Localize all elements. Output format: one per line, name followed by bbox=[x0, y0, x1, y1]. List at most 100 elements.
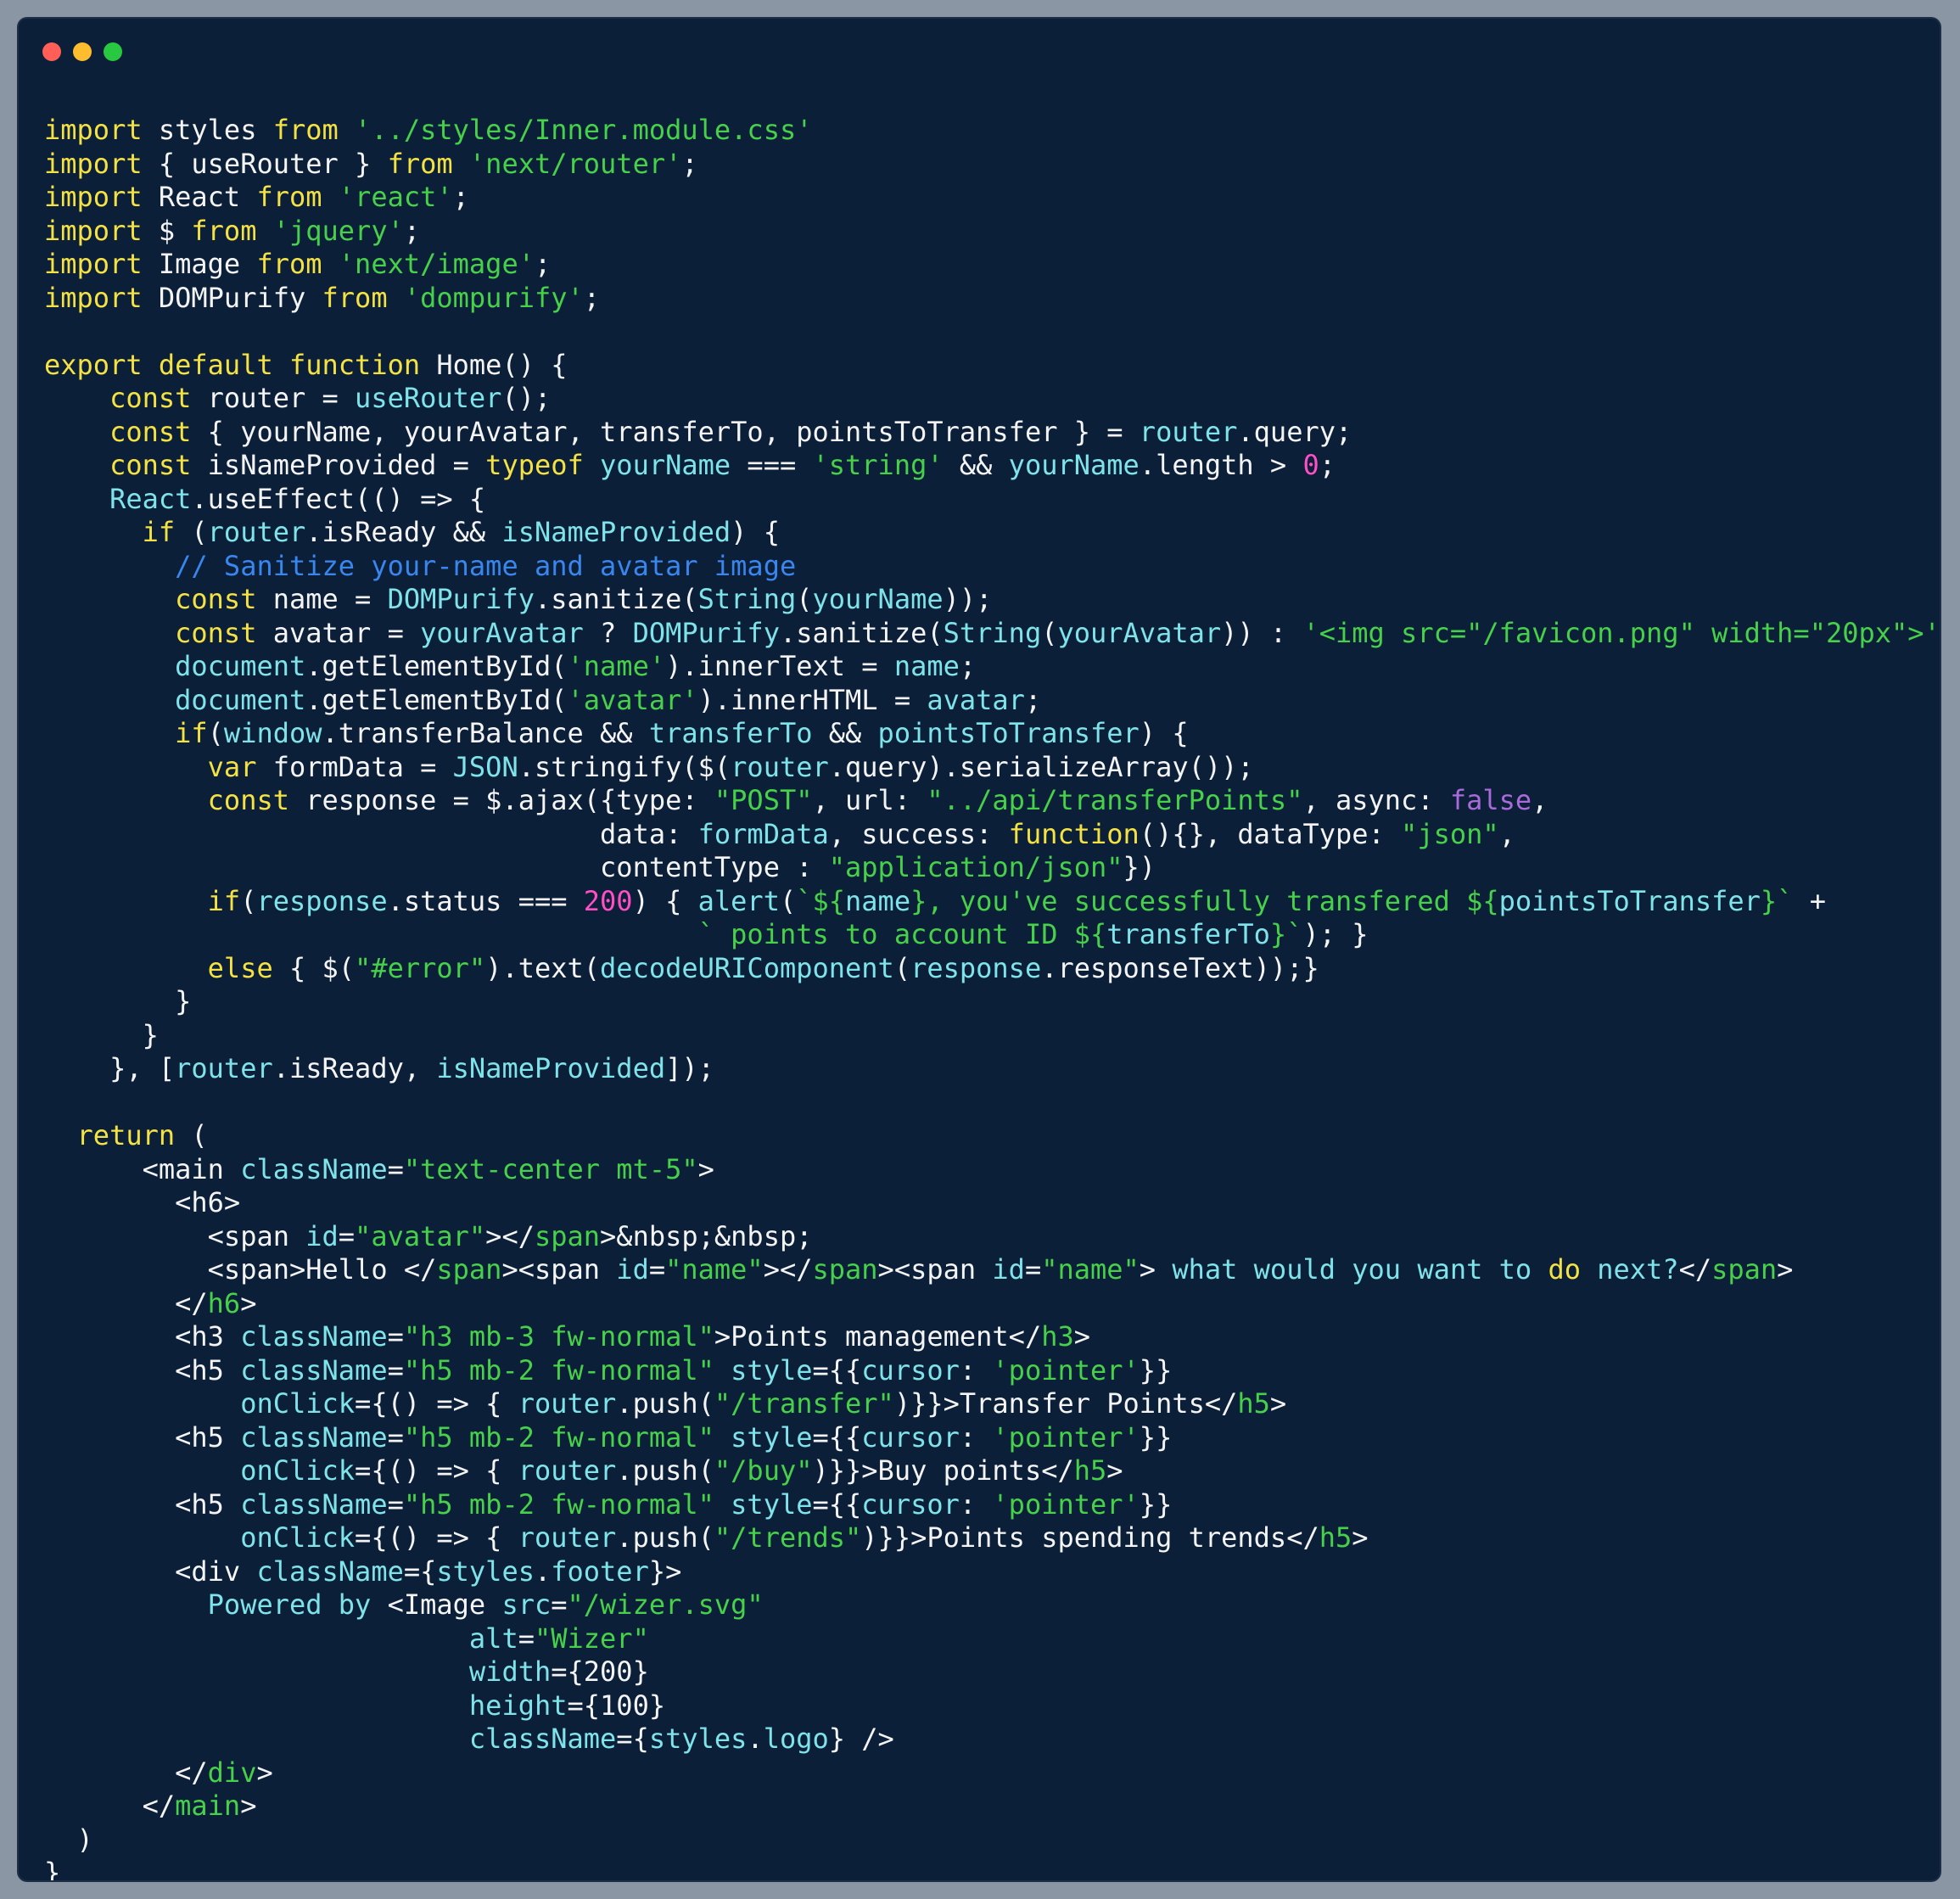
code-token: decodeURIComponent bbox=[600, 951, 894, 984]
code-line: <h5 className="h5 mb-2 fw-normal" style=… bbox=[44, 1354, 1923, 1388]
code-token: from bbox=[256, 248, 322, 280]
code-token: yourName bbox=[600, 449, 731, 481]
code-token: '../styles/Inner.module.css' bbox=[355, 114, 813, 146]
code-token: ={() => { bbox=[355, 1454, 518, 1487]
code-token: ; bbox=[403, 214, 421, 247]
code-token: } bbox=[44, 985, 192, 1017]
close-button[interactable] bbox=[42, 42, 61, 61]
code-token: === bbox=[731, 449, 813, 481]
code-token: ( bbox=[779, 884, 797, 917]
code-token: "/transfer" bbox=[714, 1387, 894, 1420]
code-token: String bbox=[697, 583, 797, 615]
code-line: import styles from '../styles/Inner.modu… bbox=[44, 114, 1923, 148]
code-token: h6 bbox=[207, 1286, 241, 1319]
code-token: = bbox=[387, 1487, 404, 1521]
code-token: className bbox=[240, 1353, 388, 1386]
code-token: styles bbox=[648, 1723, 748, 1755]
minimize-button[interactable] bbox=[73, 42, 92, 61]
code-token: what would you want to bbox=[1172, 1253, 1532, 1286]
code-token: .query).serializeArray()); bbox=[828, 750, 1254, 783]
code-token: .length > bbox=[1139, 449, 1303, 481]
code-token: React bbox=[109, 482, 192, 515]
code-token: yourName bbox=[812, 583, 944, 615]
code-token: 'pointer' bbox=[992, 1353, 1140, 1386]
code-token: > bbox=[1073, 1320, 1090, 1353]
code-token: document bbox=[175, 650, 306, 682]
code-token: formData = bbox=[256, 750, 453, 783]
code-token: }} bbox=[1139, 1487, 1173, 1521]
code-token: ) bbox=[44, 1823, 93, 1856]
zoom-button[interactable] bbox=[104, 42, 122, 61]
code-token: avatar bbox=[927, 683, 1025, 716]
code-token: "h3 mb-3 fw-normal" bbox=[403, 1320, 714, 1353]
code-line: // Sanitize your-name and avatar image bbox=[44, 550, 1923, 584]
code-token: next? bbox=[1597, 1253, 1679, 1286]
code-token: > bbox=[1352, 1521, 1369, 1554]
code-token: }} bbox=[1139, 1420, 1173, 1454]
code-token: } bbox=[44, 1018, 159, 1051]
code-token: "json" bbox=[1401, 817, 1499, 850]
code-token: else bbox=[207, 951, 273, 984]
code-line: if(response.status === 200) { alert(`${n… bbox=[44, 885, 1923, 919]
code-token: ( bbox=[175, 516, 208, 548]
code-token: : bbox=[959, 1487, 993, 1521]
code-token: "POST" bbox=[714, 784, 813, 816]
code-token: : bbox=[959, 1353, 993, 1386]
code-token: if bbox=[207, 884, 241, 917]
code-token: // Sanitize your-name and avatar image bbox=[175, 549, 797, 582]
code-window: import styles from '../styles/Inner.modu… bbox=[19, 19, 1940, 1880]
code-token: 'string' bbox=[812, 449, 944, 481]
code-line: document.getElementById('name').innerTex… bbox=[44, 650, 1923, 684]
code-token: "h5 mb-2 fw-normal" bbox=[403, 1487, 714, 1521]
code-token: alt bbox=[468, 1622, 518, 1655]
code-token: typeof bbox=[485, 449, 584, 481]
code-token: , async: bbox=[1302, 784, 1450, 816]
code-line: import React from 'react'; bbox=[44, 181, 1923, 215]
code-token: }` bbox=[1269, 918, 1303, 950]
code-token: ; bbox=[959, 650, 977, 682]
code-token: .sanitize( bbox=[534, 583, 698, 615]
code-token: >&nbsp;&nbsp; bbox=[600, 1219, 813, 1252]
code-token: > bbox=[1106, 1454, 1123, 1487]
code-token: ) { bbox=[1139, 717, 1189, 749]
code-token: "avatar" bbox=[355, 1219, 486, 1252]
code-token: formData bbox=[697, 817, 829, 850]
code-token: "name" bbox=[1041, 1253, 1140, 1286]
code-token: response = $.ajax({type: bbox=[288, 784, 714, 816]
code-token: transferTo bbox=[1106, 918, 1270, 950]
code-token: .sanitize( bbox=[779, 616, 944, 649]
code-token: import bbox=[44, 147, 143, 180]
code-token: DOMPurify bbox=[387, 583, 535, 615]
code-token: )}}>Transfer Points</ bbox=[893, 1387, 1238, 1420]
code-token: : bbox=[959, 1420, 993, 1454]
code-token: ) { bbox=[632, 884, 698, 917]
code-token: <h6> bbox=[44, 1186, 241, 1218]
code-token: onClick bbox=[240, 1521, 356, 1554]
code-token: "text-center mt-5" bbox=[403, 1152, 698, 1185]
code-token: )); bbox=[943, 583, 993, 615]
code-token: ( bbox=[240, 884, 257, 917]
code-token: )) : bbox=[1221, 616, 1303, 649]
code-token: ; bbox=[583, 281, 601, 314]
code-token: <h5 bbox=[44, 1487, 241, 1521]
code-token: isNameProvided bbox=[436, 1052, 666, 1084]
code-token: contentType : bbox=[44, 851, 829, 883]
code-token: ` points to account ID ${ bbox=[697, 918, 1107, 950]
code-line: else { $("#error").text(decodeURICompone… bbox=[44, 952, 1923, 986]
code-line: export default function Home() { bbox=[44, 349, 1923, 383]
code-token: > bbox=[240, 1286, 257, 1319]
code-line: import Image from 'next/image'; bbox=[44, 248, 1923, 282]
code-editor[interactable]: import styles from '../styles/Inner.modu… bbox=[44, 114, 1940, 1880]
